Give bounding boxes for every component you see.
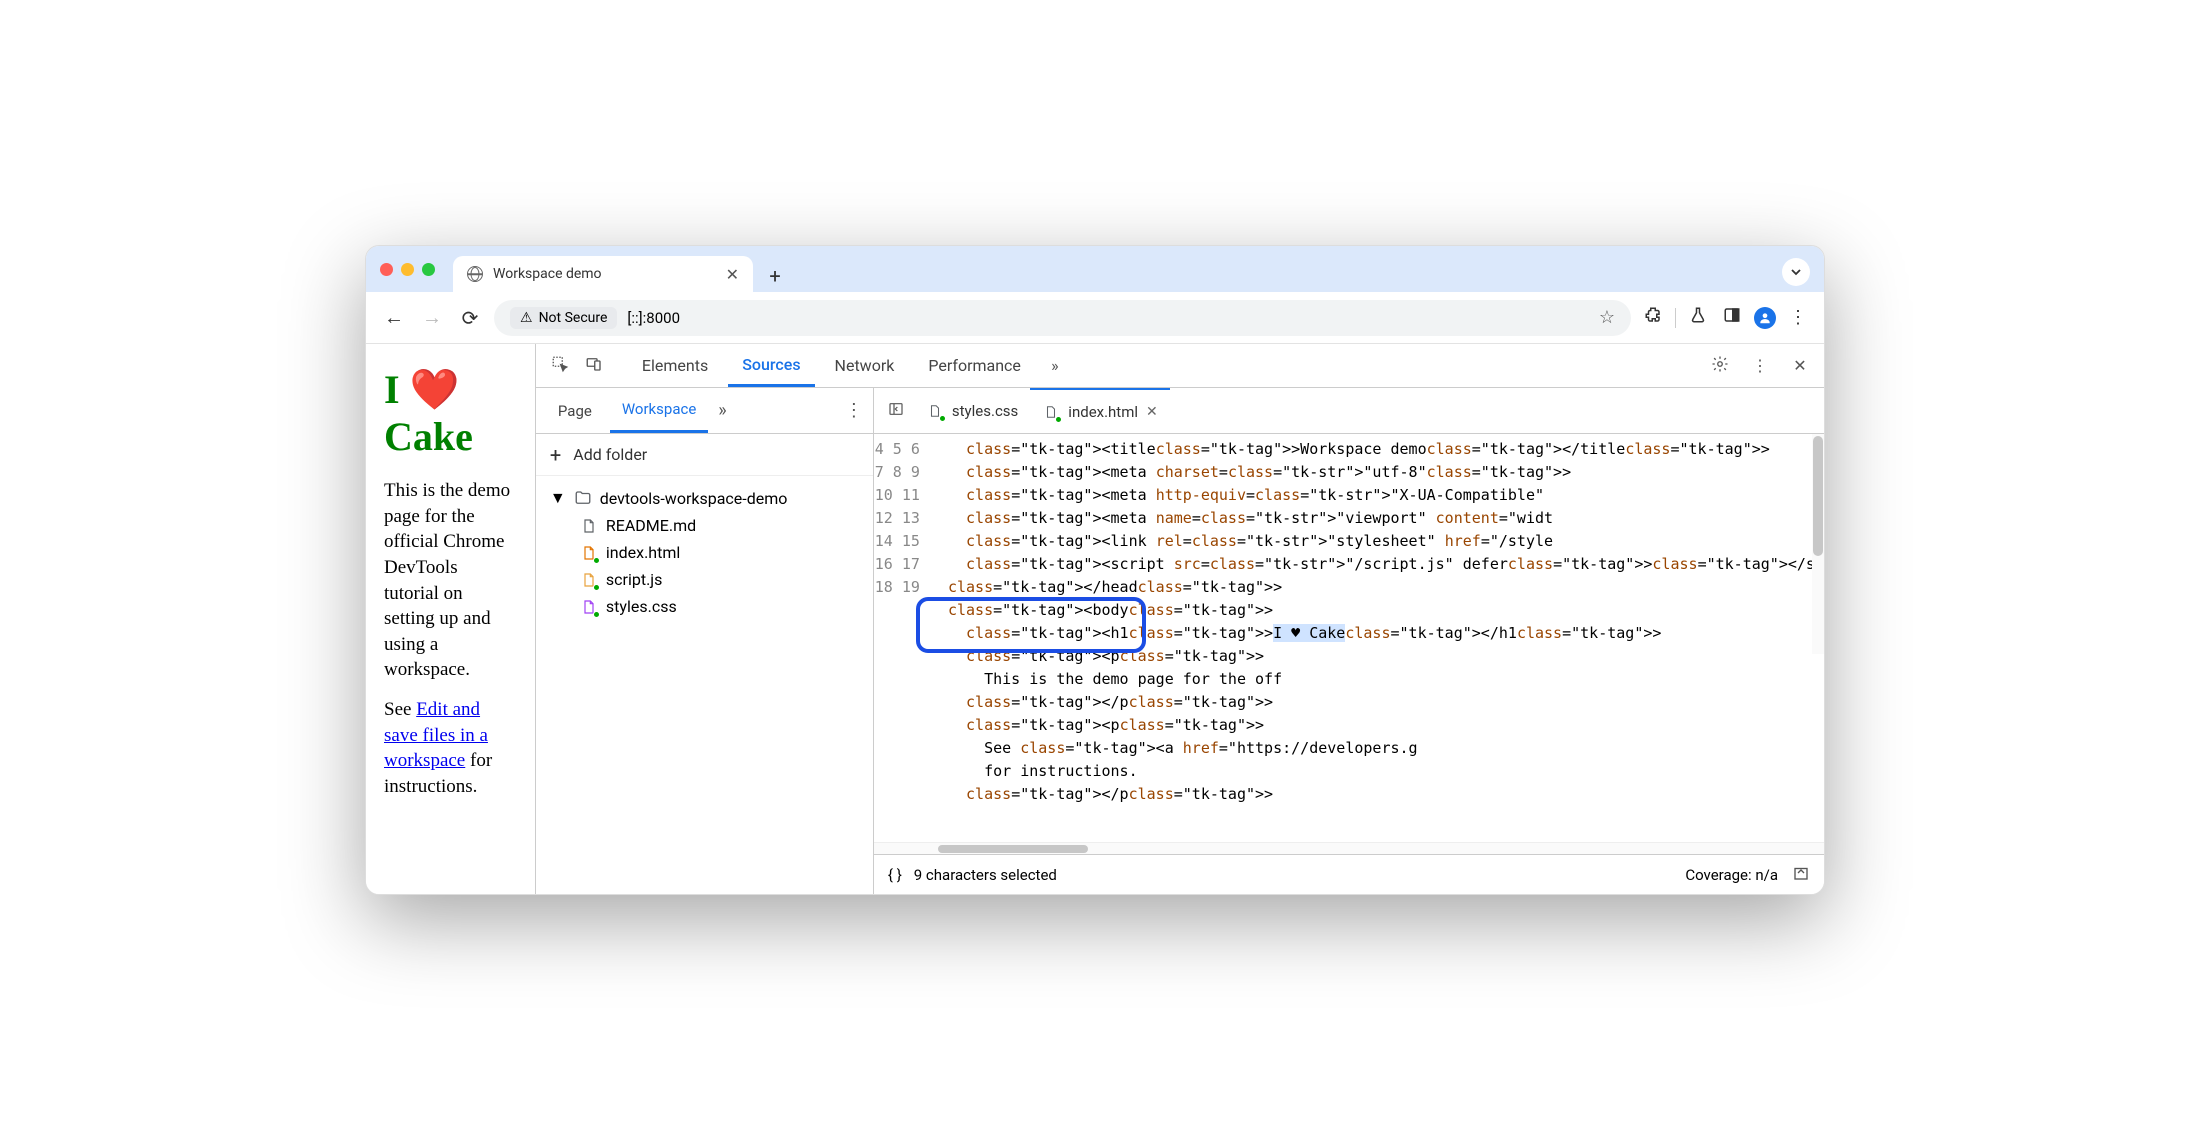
tab-title: Workspace demo: [493, 266, 602, 282]
editor-tab-label: styles.css: [952, 402, 1018, 420]
coverage-status: Coverage: n/a: [1685, 866, 1778, 884]
page-heading: I ❤️ Cake: [384, 366, 517, 460]
file-name: script.js: [606, 570, 662, 589]
devtools-tab-bar: Elements Sources Network Performance » ⋮…: [536, 344, 1824, 388]
browser-toolbar: ← → ⟳ ⚠ Not Secure [::]:8000 ☆ ⋮: [366, 292, 1824, 344]
tab-elements[interactable]: Elements: [628, 344, 722, 387]
editor-panel: styles.css index.html ✕ 4 5 6 7 8 9 10 11…: [874, 388, 1824, 894]
file-icon: [580, 544, 598, 562]
more-tabs-icon[interactable]: »: [1041, 356, 1069, 375]
nav-menu-icon[interactable]: ⋮: [845, 400, 863, 421]
security-label: Not Secure: [539, 310, 608, 326]
tree-folder[interactable]: ▼ devtools-workspace-demo: [542, 484, 867, 512]
devtools-menu-icon[interactable]: ⋮: [1746, 356, 1774, 375]
add-folder-button[interactable]: + Add folder: [536, 434, 873, 476]
browser-window: Workspace demo ✕ + ← → ⟳ ⚠ Not Secure [:…: [365, 245, 1825, 895]
drawer-toggle-icon[interactable]: [1792, 864, 1810, 886]
reload-button[interactable]: ⟳: [456, 306, 484, 330]
maximize-window-icon[interactable]: [422, 263, 435, 276]
extensions-icon[interactable]: [1641, 306, 1665, 329]
tab-network[interactable]: Network: [821, 344, 909, 387]
editor-tab[interactable]: styles.css: [914, 388, 1030, 433]
close-window-icon[interactable]: [380, 263, 393, 276]
chevron-down-icon: ▼: [550, 488, 566, 508]
editor-tabs: styles.css index.html ✕: [874, 388, 1824, 434]
p2-prefix: See: [384, 699, 416, 720]
nav-tab-workspace[interactable]: Workspace: [610, 388, 708, 433]
file-icon: [580, 598, 598, 616]
rendered-page: I ❤️ Cake This is the demo page for the …: [366, 344, 536, 894]
globe-icon: [467, 266, 483, 282]
toggle-navigator-icon[interactable]: [882, 401, 910, 421]
file-icon: [926, 402, 944, 420]
navigator-tabs: Page Workspace » ⋮: [536, 388, 873, 434]
folder-icon: [574, 489, 592, 507]
tree-file[interactable]: index.html: [572, 539, 867, 566]
nav-more-icon[interactable]: »: [718, 400, 726, 421]
address-bar[interactable]: ⚠ Not Secure [::]:8000 ☆: [494, 300, 1631, 336]
tab-search-button[interactable]: [1782, 258, 1810, 286]
tree-file[interactable]: styles.css: [572, 593, 867, 620]
settings-gear-icon[interactable]: [1706, 355, 1734, 377]
url-text: [::]:8000: [627, 309, 680, 327]
file-icon: [580, 571, 598, 589]
warning-icon: ⚠: [520, 310, 533, 326]
editor-tab-label: index.html: [1068, 403, 1138, 421]
code-content[interactable]: class="tk-tag"><titleclass="tk-tag">>Wor…: [930, 434, 1824, 842]
file-name: styles.css: [606, 597, 677, 616]
file-name: README.md: [606, 516, 696, 535]
labs-icon[interactable]: [1686, 306, 1710, 329]
tab-sources[interactable]: Sources: [728, 344, 814, 387]
file-icon: [1042, 403, 1060, 421]
code-editor[interactable]: 4 5 6 7 8 9 10 11 12 13 14 15 16 17 18 1…: [874, 434, 1824, 842]
content-area: I ❤️ Cake This is the demo page for the …: [366, 344, 1824, 894]
file-tree: ▼ devtools-workspace-demo README.md inde…: [536, 476, 873, 628]
file-name: index.html: [606, 543, 680, 562]
horizontal-scrollbar[interactable]: [874, 842, 1824, 854]
forward-button[interactable]: →: [418, 305, 446, 330]
side-panel-icon[interactable]: [1720, 306, 1744, 329]
tree-file[interactable]: script.js: [572, 566, 867, 593]
nav-tab-page[interactable]: Page: [546, 388, 604, 433]
divider: [1675, 308, 1676, 328]
file-icon: [580, 517, 598, 535]
tab-strip: Workspace demo ✕ +: [366, 246, 1824, 292]
vertical-scrollbar[interactable]: [1812, 434, 1824, 654]
close-icon[interactable]: ✕: [1146, 404, 1158, 420]
tree-file[interactable]: README.md: [572, 512, 867, 539]
format-icon[interactable]: { }: [888, 866, 902, 884]
back-button[interactable]: ←: [380, 305, 408, 330]
plus-icon: +: [550, 443, 561, 467]
folder-name: devtools-workspace-demo: [600, 489, 788, 508]
devtools-close-icon[interactable]: ✕: [1786, 356, 1814, 375]
window-controls: [380, 246, 447, 292]
page-paragraph-2: See Edit and save files in a workspace f…: [384, 697, 517, 800]
tab-close-icon[interactable]: ✕: [726, 265, 739, 284]
bookmark-icon[interactable]: ☆: [1599, 307, 1615, 328]
new-tab-button[interactable]: +: [759, 260, 791, 292]
browser-tab[interactable]: Workspace demo ✕: [453, 256, 753, 292]
security-chip[interactable]: ⚠ Not Secure: [510, 307, 617, 329]
inspect-icon[interactable]: [546, 355, 574, 377]
editor-tab[interactable]: index.html ✕: [1030, 388, 1169, 433]
minimize-window-icon[interactable]: [401, 263, 414, 276]
line-gutter: 4 5 6 7 8 9 10 11 12 13 14 15 16 17 18 1…: [874, 434, 930, 842]
tab-performance[interactable]: Performance: [914, 344, 1035, 387]
menu-icon[interactable]: ⋮: [1786, 307, 1810, 328]
add-folder-label: Add folder: [573, 445, 647, 464]
profile-avatar[interactable]: [1754, 307, 1776, 329]
device-toggle-icon[interactable]: [580, 355, 608, 377]
selection-status: 9 characters selected: [914, 866, 1057, 884]
navigator-panel: Page Workspace » ⋮ + Add folder ▼: [536, 388, 874, 894]
page-paragraph-1: This is the demo page for the official C…: [384, 478, 517, 683]
devtools-panel: Elements Sources Network Performance » ⋮…: [536, 344, 1824, 894]
editor-statusbar: { } 9 characters selected Coverage: n/a: [874, 854, 1824, 894]
